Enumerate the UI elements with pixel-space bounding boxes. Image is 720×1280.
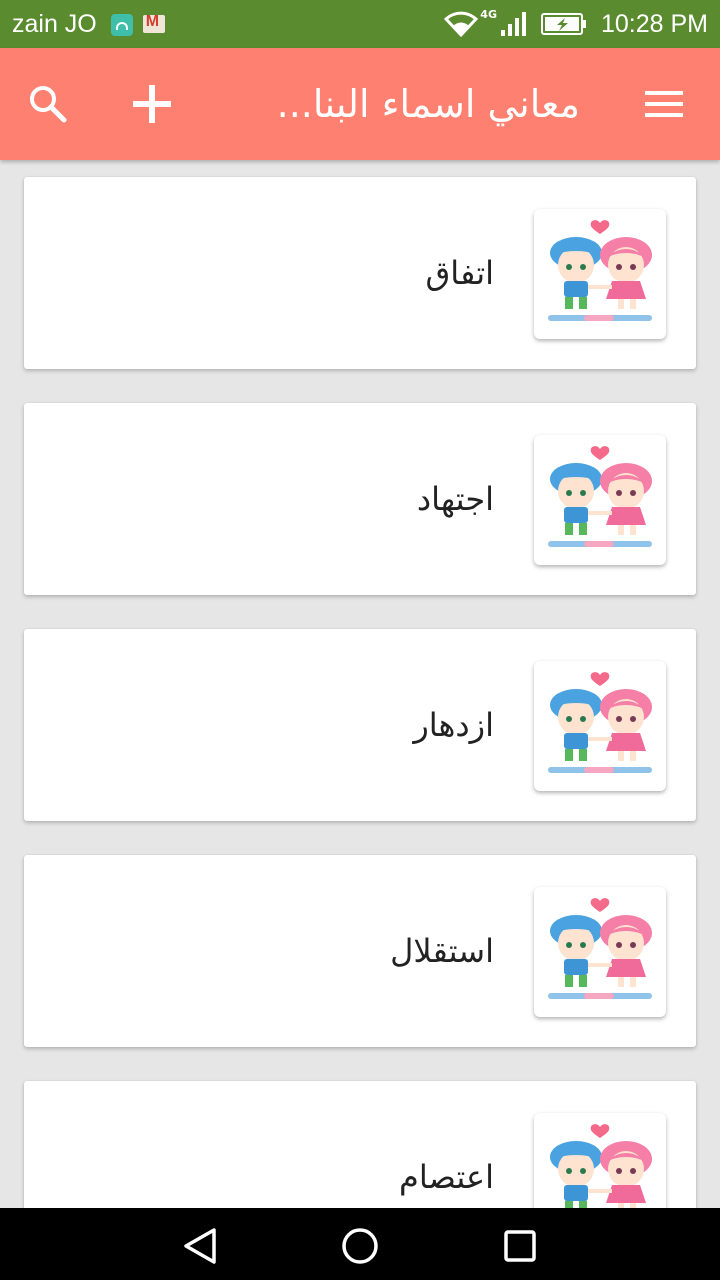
back-button[interactable] [178, 1224, 222, 1268]
carrier-name: zain JO [12, 9, 97, 38]
list-item[interactable]: اجتهاد [24, 403, 696, 595]
item-name: اعتصام [399, 1158, 494, 1196]
app-title: معاني اسماء البنا... [276, 82, 580, 126]
couple-illustration-icon [548, 446, 652, 547]
plus-icon [133, 85, 171, 123]
item-thumbnail [534, 887, 666, 1017]
navigation-bar [0, 1208, 720, 1280]
recents-button[interactable] [498, 1224, 542, 1268]
menu-button[interactable] [642, 84, 686, 124]
home-button[interactable] [338, 1224, 382, 1268]
wifi-icon [444, 11, 479, 37]
item-name: ازدهار [413, 706, 494, 744]
item-name: اتفاق [425, 254, 494, 292]
search-icon [30, 86, 67, 123]
item-name: اجتهاد [416, 480, 494, 518]
names-list: اتفاق اجتهاد ازدهار استقلال اعتصام [0, 160, 720, 1208]
item-thumbnail [534, 209, 666, 339]
list-item[interactable]: ازدهار [24, 629, 696, 821]
app-bar: معاني اسماء البنا... [0, 48, 720, 160]
couple-illustration-icon [548, 672, 652, 773]
clock: 10:28 PM [600, 9, 708, 38]
item-thumbnail [534, 435, 666, 565]
recents-icon [504, 1230, 536, 1262]
status-bar: zain JO 4G 10:28 PM [0, 0, 720, 48]
item-name: استقلال [390, 932, 494, 970]
list-item[interactable]: اعتصام [24, 1081, 696, 1208]
battery-charging-icon [540, 13, 586, 35]
couple-illustration-icon [548, 220, 652, 321]
item-thumbnail [534, 661, 666, 791]
android-icon [110, 14, 133, 36]
list-item[interactable]: استقلال [24, 855, 696, 1047]
list-item[interactable]: اتفاق [24, 177, 696, 369]
couple-illustration-icon [550, 1124, 652, 1208]
hamburger-menu-icon [645, 91, 683, 117]
gmail-icon [142, 13, 165, 33]
signal-icon [500, 12, 526, 36]
search-button[interactable] [26, 82, 70, 126]
couple-illustration-icon [548, 898, 652, 999]
network-type: 4G [480, 7, 497, 21]
back-icon [184, 1228, 216, 1264]
add-button[interactable] [130, 82, 174, 126]
item-thumbnail [534, 1113, 666, 1208]
home-icon [342, 1228, 378, 1264]
